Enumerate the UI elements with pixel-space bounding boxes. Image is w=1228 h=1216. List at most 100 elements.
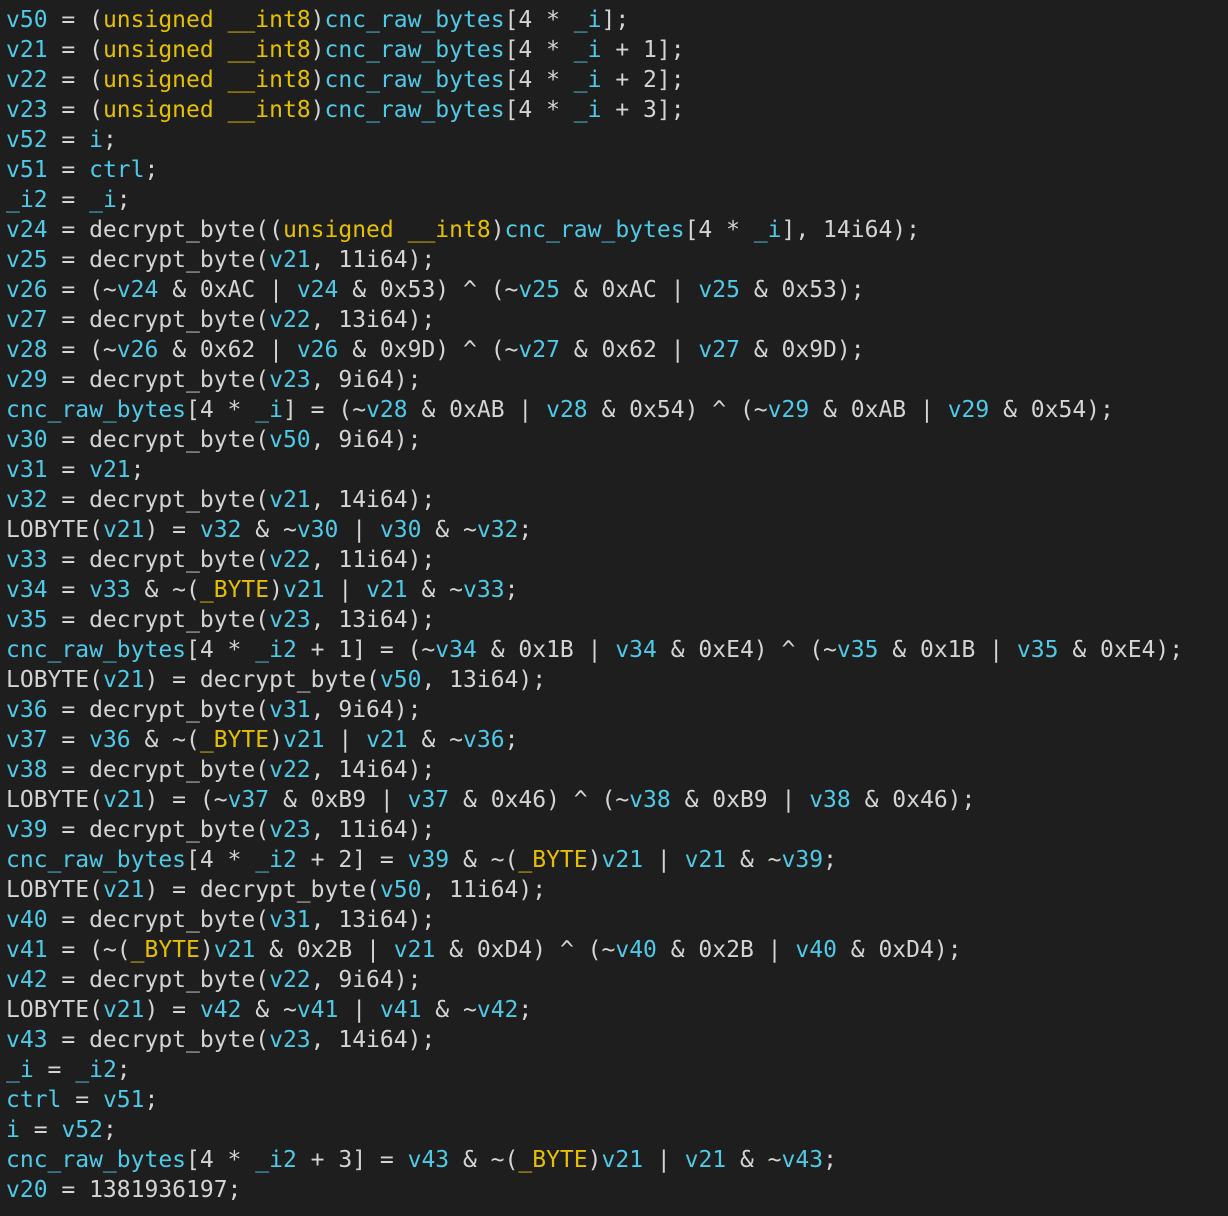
code-identifier[interactable]: v34: [6, 577, 48, 603]
code-identifier[interactable]: v21: [283, 727, 325, 753]
code-identifier[interactable]: v21: [6, 37, 48, 63]
code-identifier[interactable]: v23: [6, 97, 48, 123]
code-identifier[interactable]: v21: [366, 577, 408, 603]
code-identifier[interactable]: _i: [574, 97, 602, 123]
code-identifier[interactable]: _i2: [255, 1147, 297, 1173]
code-identifier[interactable]: _i2: [6, 187, 48, 213]
code-identifier[interactable]: v52: [61, 1117, 103, 1143]
code-line[interactable]: v23 = (unsigned __int8)cnc_raw_bytes[4 *…: [6, 95, 1183, 125]
code-identifier[interactable]: v36: [463, 727, 505, 753]
code-identifier[interactable]: v41: [297, 997, 339, 1023]
code-identifier[interactable]: v42: [477, 997, 519, 1023]
code-line[interactable]: v27 = decrypt_byte(v22, 13i64);: [6, 305, 1183, 335]
code-line[interactable]: v22 = (unsigned __int8)cnc_raw_bytes[4 *…: [6, 65, 1183, 95]
code-line[interactable]: v32 = decrypt_byte(v21, 14i64);: [6, 485, 1183, 515]
code-identifier[interactable]: v21: [103, 997, 145, 1023]
code-line[interactable]: v33 = decrypt_byte(v22, 11i64);: [6, 545, 1183, 575]
code-identifier[interactable]: v23: [269, 1027, 311, 1053]
code-line[interactable]: v50 = (unsigned __int8)cnc_raw_bytes[4 *…: [6, 5, 1183, 35]
code-identifier[interactable]: v21: [103, 877, 145, 903]
code-identifier[interactable]: v33: [89, 577, 131, 603]
code-line[interactable]: v25 = decrypt_byte(v21, 11i64);: [6, 245, 1183, 275]
code-identifier[interactable]: v29: [948, 397, 990, 423]
code-identifier[interactable]: v51: [6, 157, 48, 183]
code-identifier[interactable]: ctrl: [89, 157, 144, 183]
code-line[interactable]: v51 = ctrl;: [6, 155, 1183, 185]
code-identifier[interactable]: ctrl: [6, 1087, 61, 1113]
code-identifier[interactable]: cnc_raw_bytes: [6, 847, 186, 873]
code-identifier[interactable]: v39: [408, 847, 450, 873]
code-identifier[interactable]: v38: [809, 787, 851, 813]
code-identifier[interactable]: v38: [629, 787, 671, 813]
code-identifier[interactable]: v42: [6, 967, 48, 993]
code-identifier[interactable]: v23: [269, 817, 311, 843]
code-identifier[interactable]: v21: [269, 247, 311, 273]
code-identifier[interactable]: v21: [602, 847, 644, 873]
code-line[interactable]: cnc_raw_bytes[4 * _i2 + 2] = v39 & ~(_BY…: [6, 845, 1183, 875]
code-line[interactable]: LOBYTE(v21) = (~v37 & 0xB9 | v37 & 0x46)…: [6, 785, 1183, 815]
code-identifier[interactable]: v43: [6, 1027, 48, 1053]
code-line[interactable]: v26 = (~v24 & 0xAC | v24 & 0x53) ^ (~v25…: [6, 275, 1183, 305]
code-identifier[interactable]: v30: [6, 427, 48, 453]
code-identifier[interactable]: cnc_raw_bytes: [6, 1147, 186, 1173]
code-identifier[interactable]: v21: [103, 517, 145, 543]
code-identifier[interactable]: cnc_raw_bytes: [325, 37, 505, 63]
code-line[interactable]: cnc_raw_bytes[4 * _i2 + 1] = (~v34 & 0x1…: [6, 635, 1183, 665]
code-identifier[interactable]: v35: [6, 607, 48, 633]
code-identifier[interactable]: _i: [754, 217, 782, 243]
code-identifier[interactable]: v24: [297, 277, 339, 303]
code-line[interactable]: v52 = i;: [6, 125, 1183, 155]
code-identifier[interactable]: _i2: [255, 847, 297, 873]
code-line[interactable]: v37 = v36 & ~(_BYTE)v21 | v21 & ~v36;: [6, 725, 1183, 755]
code-identifier[interactable]: v24: [6, 217, 48, 243]
code-identifier[interactable]: v36: [89, 727, 131, 753]
code-line[interactable]: _i = _i2;: [6, 1055, 1183, 1085]
code-line[interactable]: LOBYTE(v21) = decrypt_byte(v50, 11i64);: [6, 875, 1183, 905]
code-line[interactable]: cnc_raw_bytes[4 * _i2 + 3] = v43 & ~(_BY…: [6, 1145, 1183, 1175]
code-line[interactable]: v41 = (~(_BYTE)v21 & 0x2B | v21 & 0xD4) …: [6, 935, 1183, 965]
code-identifier[interactable]: v26: [6, 277, 48, 303]
code-identifier[interactable]: v50: [269, 427, 311, 453]
code-line[interactable]: v29 = decrypt_byte(v23, 9i64);: [6, 365, 1183, 395]
code-line[interactable]: v36 = decrypt_byte(v31, 9i64);: [6, 695, 1183, 725]
code-identifier[interactable]: v21: [283, 577, 325, 603]
code-identifier[interactable]: v42: [200, 997, 242, 1023]
code-identifier[interactable]: _i2: [255, 637, 297, 663]
code-identifier[interactable]: v28: [546, 397, 588, 423]
code-identifier[interactable]: _i: [574, 7, 602, 33]
code-identifier[interactable]: v22: [6, 67, 48, 93]
code-identifier[interactable]: _i: [574, 67, 602, 93]
code-identifier[interactable]: v51: [103, 1087, 145, 1113]
code-identifier[interactable]: v50: [380, 877, 422, 903]
code-identifier[interactable]: v33: [463, 577, 505, 603]
code-identifier[interactable]: v43: [782, 1147, 824, 1173]
code-identifier[interactable]: v35: [1017, 637, 1059, 663]
code-line[interactable]: v30 = decrypt_byte(v50, 9i64);: [6, 425, 1183, 455]
code-line[interactable]: LOBYTE(v21) = decrypt_byte(v50, 13i64);: [6, 665, 1183, 695]
code-identifier[interactable]: v37: [408, 787, 450, 813]
code-identifier[interactable]: v21: [685, 1147, 727, 1173]
code-identifier[interactable]: v21: [366, 727, 408, 753]
code-identifier[interactable]: v25: [6, 247, 48, 273]
code-identifier[interactable]: v31: [269, 697, 311, 723]
code-line[interactable]: v39 = decrypt_byte(v23, 11i64);: [6, 815, 1183, 845]
code-identifier[interactable]: v41: [380, 997, 422, 1023]
code-identifier[interactable]: v21: [394, 937, 436, 963]
code-identifier[interactable]: v28: [6, 337, 48, 363]
code-identifier[interactable]: v32: [200, 517, 242, 543]
code-identifier[interactable]: cnc_raw_bytes: [325, 97, 505, 123]
code-identifier[interactable]: v21: [685, 847, 727, 873]
code-identifier[interactable]: v27: [6, 307, 48, 333]
code-identifier[interactable]: v43: [408, 1147, 450, 1173]
code-identifier[interactable]: v52: [6, 127, 48, 153]
code-identifier[interactable]: _i: [574, 37, 602, 63]
code-identifier[interactable]: v22: [269, 967, 311, 993]
code-line[interactable]: v38 = decrypt_byte(v22, 14i64);: [6, 755, 1183, 785]
code-line[interactable]: v24 = decrypt_byte((unsigned __int8)cnc_…: [6, 215, 1183, 245]
code-identifier[interactable]: v41: [6, 937, 48, 963]
code-identifier[interactable]: v27: [518, 337, 560, 363]
code-identifier[interactable]: _i: [6, 1057, 34, 1083]
code-identifier[interactable]: v39: [782, 847, 824, 873]
code-identifier[interactable]: i: [89, 127, 103, 153]
code-identifier[interactable]: cnc_raw_bytes: [325, 67, 505, 93]
